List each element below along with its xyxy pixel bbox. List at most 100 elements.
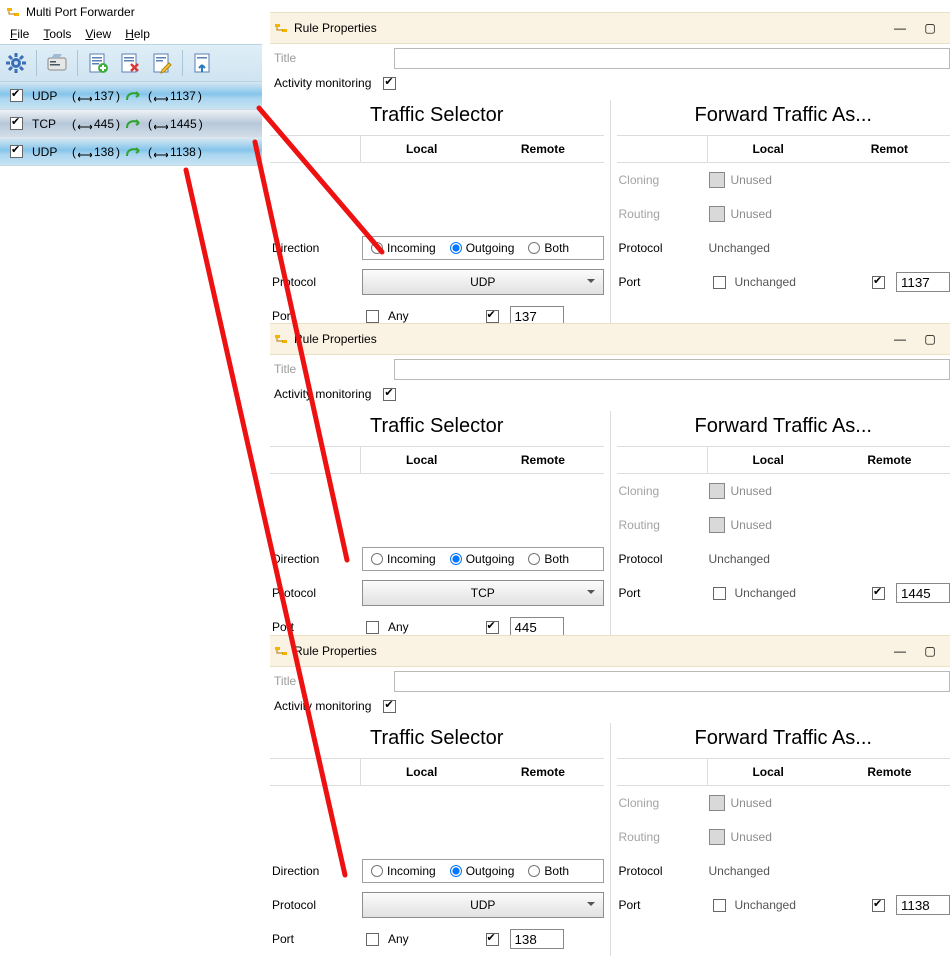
col-local: Local <box>361 142 482 156</box>
direction-group: Incoming Outgoing Both <box>362 236 604 260</box>
rule-dst: ( 1138) <box>148 145 202 159</box>
unused-value: Unused <box>709 483 772 499</box>
menu-tools[interactable]: Tools <box>37 26 77 42</box>
radio-outgoing[interactable]: Outgoing <box>450 864 515 878</box>
activity-checkbox[interactable] <box>383 388 396 401</box>
log-button[interactable] <box>43 49 71 77</box>
ts-heading: Traffic Selector <box>270 415 604 438</box>
ts-heading: Traffic Selector <box>270 727 604 750</box>
rule-row[interactable]: UDP ( 138) ( 1138) <box>0 138 262 166</box>
fwd-port-input[interactable] <box>896 895 950 915</box>
window-titlebar: Rule Properties —▢ <box>270 635 950 667</box>
fwd-port-input[interactable] <box>896 272 950 292</box>
maximize-button[interactable]: ▢ <box>924 645 936 657</box>
menu-file[interactable]: File <box>4 26 35 42</box>
forward-traffic-panel: Forward Traffic As... LocalRemote Clonin… <box>610 411 951 644</box>
window-title: Rule Properties <box>294 21 377 35</box>
rule-enable-checkbox[interactable] <box>10 117 23 130</box>
title-input[interactable] <box>394 671 950 692</box>
any-checkbox[interactable] <box>366 621 379 634</box>
title-input[interactable] <box>394 48 950 69</box>
fta-heading: Forward Traffic As... <box>617 727 951 750</box>
port-label: Port <box>617 898 709 912</box>
forward-arrow-icon <box>126 146 142 158</box>
rule-list: UDP ( 137) ( 1137) TCP ( 445) ( 1445) UD… <box>0 82 262 166</box>
rule-enable-checkbox[interactable] <box>10 145 23 158</box>
minimize-button[interactable]: — <box>894 333 906 345</box>
port-checkbox[interactable] <box>872 276 885 289</box>
port-checkbox[interactable] <box>486 310 499 323</box>
cloning-label: Cloning <box>617 484 709 498</box>
any-checkbox[interactable] <box>366 310 379 323</box>
port-input[interactable] <box>510 617 564 637</box>
minimize-button[interactable]: — <box>894 22 906 34</box>
title-input[interactable] <box>394 359 950 380</box>
protocol-select[interactable]: UDP <box>362 269 604 295</box>
port-input[interactable] <box>510 929 564 949</box>
traffic-selector-panel: Traffic Selector LocalRemote Direction I… <box>270 411 604 644</box>
forward-traffic-panel: Forward Traffic As... LocalRemote Clonin… <box>610 723 951 956</box>
menu-view[interactable]: View <box>79 26 117 42</box>
rule-protocol: TCP <box>32 117 66 131</box>
radio-outgoing[interactable]: Outgoing <box>450 241 515 255</box>
unchanged-checkbox[interactable] <box>713 276 726 289</box>
window-title: Rule Properties <box>294 332 377 346</box>
radio-both[interactable]: Both <box>528 552 569 566</box>
protocol-select[interactable]: UDP <box>362 892 604 918</box>
unchanged-checkbox[interactable] <box>713 587 726 600</box>
port-label: Port <box>270 620 362 634</box>
rule-row[interactable]: TCP ( 445) ( 1445) <box>0 110 262 138</box>
protocol-label: Protocol <box>270 586 362 600</box>
import-button[interactable] <box>189 49 217 77</box>
protocol-select[interactable]: TCP <box>362 580 604 606</box>
rule-src: ( 137) <box>72 89 120 103</box>
direction-label: Direction <box>270 552 362 566</box>
app-icon <box>274 332 288 346</box>
unused-value: Unused <box>709 206 772 222</box>
rule-protocol: UDP <box>32 145 66 159</box>
rule-properties-window: Rule Properties —▢ Title Activity monito… <box>270 635 950 956</box>
menu-help[interactable]: Help <box>119 26 156 42</box>
rule-row[interactable]: UDP ( 137) ( 1137) <box>0 82 262 110</box>
any-label: Any <box>388 620 409 634</box>
rule-enable-checkbox[interactable] <box>10 89 23 102</box>
cloning-label: Cloning <box>617 796 709 810</box>
radio-both[interactable]: Both <box>528 241 569 255</box>
protocol-label: Protocol <box>617 864 709 878</box>
any-label: Any <box>388 309 409 323</box>
app-icon <box>274 644 288 658</box>
activity-checkbox[interactable] <box>383 700 396 713</box>
radio-incoming[interactable]: Incoming <box>371 241 436 255</box>
maximize-button[interactable]: ▢ <box>924 333 936 345</box>
radio-incoming[interactable]: Incoming <box>371 552 436 566</box>
ts-heading: Traffic Selector <box>270 104 604 127</box>
direction-group: Incoming Outgoing Both <box>362 547 604 571</box>
port-checkbox[interactable] <box>486 621 499 634</box>
port-label: Port <box>270 309 362 323</box>
port-checkbox[interactable] <box>872 899 885 912</box>
unused-value: Unused <box>709 517 772 533</box>
radio-outgoing[interactable]: Outgoing <box>450 552 515 566</box>
radio-both[interactable]: Both <box>528 864 569 878</box>
add-rule-button[interactable] <box>84 49 112 77</box>
port-label: Port <box>617 586 709 600</box>
toolbar-separator <box>77 50 78 76</box>
routing-label: Routing <box>617 207 709 221</box>
app-icon <box>6 5 20 19</box>
protocol-label: Protocol <box>617 241 709 255</box>
window-titlebar: Rule Properties — ▢ <box>270 323 950 355</box>
unchanged-checkbox[interactable] <box>713 899 726 912</box>
port-checkbox[interactable] <box>872 587 885 600</box>
unused-value: Unused <box>709 795 772 811</box>
maximize-button[interactable]: ▢ <box>924 22 936 34</box>
delete-rule-button[interactable] <box>116 49 144 77</box>
activity-checkbox[interactable] <box>383 77 396 90</box>
minimize-button[interactable]: — <box>894 645 906 657</box>
fwd-port-input[interactable] <box>896 583 950 603</box>
unchanged-label: Unchanged <box>709 552 770 566</box>
toolbar <box>0 44 262 82</box>
settings-button[interactable] <box>2 49 30 77</box>
protocol-label: Protocol <box>617 552 709 566</box>
radio-incoming[interactable]: Incoming <box>371 864 436 878</box>
edit-rule-button[interactable] <box>148 49 176 77</box>
